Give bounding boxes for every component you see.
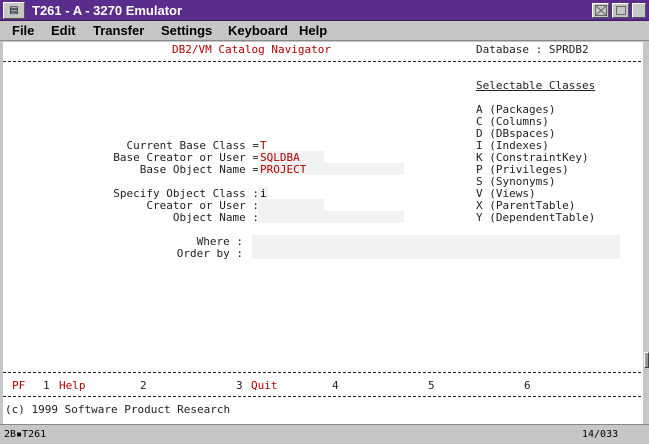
menu-edit[interactable]: Edit xyxy=(51,22,76,39)
menu-help[interactable]: Help xyxy=(299,22,327,39)
pf-key-number: 3 xyxy=(236,379,243,392)
pf-key-number: 2 xyxy=(140,379,147,392)
menu-keyboard[interactable]: Keyboard xyxy=(228,22,288,39)
pf-key-number: 4 xyxy=(332,379,339,392)
minimize-button[interactable] xyxy=(592,3,609,18)
object-name-input[interactable] xyxy=(258,211,404,223)
object-name-label: Object Name : xyxy=(172,211,259,224)
creator-or-user-input[interactable] xyxy=(258,199,324,211)
minimize-icon xyxy=(595,5,607,16)
app-title: DB2/VM Catalog Navigator xyxy=(172,43,331,56)
title-bar: ▤ T261 - A - 3270 Emulator xyxy=(0,0,649,21)
session-indicator: 2B▪T261 xyxy=(4,429,47,440)
pf-key-help[interactable]: Help xyxy=(59,380,86,392)
menu-bar: File Edit Transfer Settings Keyboard Hel… xyxy=(0,21,649,41)
top-divider xyxy=(3,61,646,62)
copyright-text: (c) 1999 Software Product Research xyxy=(5,403,231,416)
terminal-icon[interactable]: ▤ xyxy=(3,2,25,19)
database-label: Database : SPRDB2 xyxy=(476,43,589,56)
window-title: T261 - A - 3270 Emulator xyxy=(32,3,183,18)
class-item: Y (DependentTable) xyxy=(476,211,596,224)
where-input[interactable] xyxy=(252,235,620,247)
menu-file[interactable]: File xyxy=(12,22,34,39)
pf-bottom-divider xyxy=(3,396,646,397)
pf-top-divider xyxy=(3,372,646,373)
close-button[interactable] xyxy=(632,3,646,18)
order-by-input[interactable] xyxy=(252,247,620,259)
status-bar: 2B▪T261 14/033 xyxy=(0,424,649,444)
pf-key-number: 5 xyxy=(428,379,435,392)
pf-key-number: 1 xyxy=(43,379,50,392)
scrollbar-thumb[interactable] xyxy=(644,352,649,368)
pf-prefix: PF xyxy=(12,379,26,392)
maximize-button[interactable] xyxy=(612,3,629,18)
maximize-icon xyxy=(616,6,626,15)
order-by-label: Order by : xyxy=(176,247,243,260)
pf-key-quit[interactable]: Quit xyxy=(251,380,278,392)
menu-settings[interactable]: Settings xyxy=(161,22,212,39)
pf-key-number: 6 xyxy=(524,379,531,392)
menu-transfer[interactable]: Transfer xyxy=(93,22,144,39)
terminal-screen[interactable]: DB2/VM Catalog Navigator Database : SPRD… xyxy=(3,42,646,424)
base-object-name-label: Base Object Name = xyxy=(139,163,259,176)
cursor-position: 14/033 xyxy=(582,429,619,440)
base-object-name-value: PROJECT xyxy=(260,163,307,176)
selectable-heading: Selectable Classes xyxy=(476,79,596,92)
